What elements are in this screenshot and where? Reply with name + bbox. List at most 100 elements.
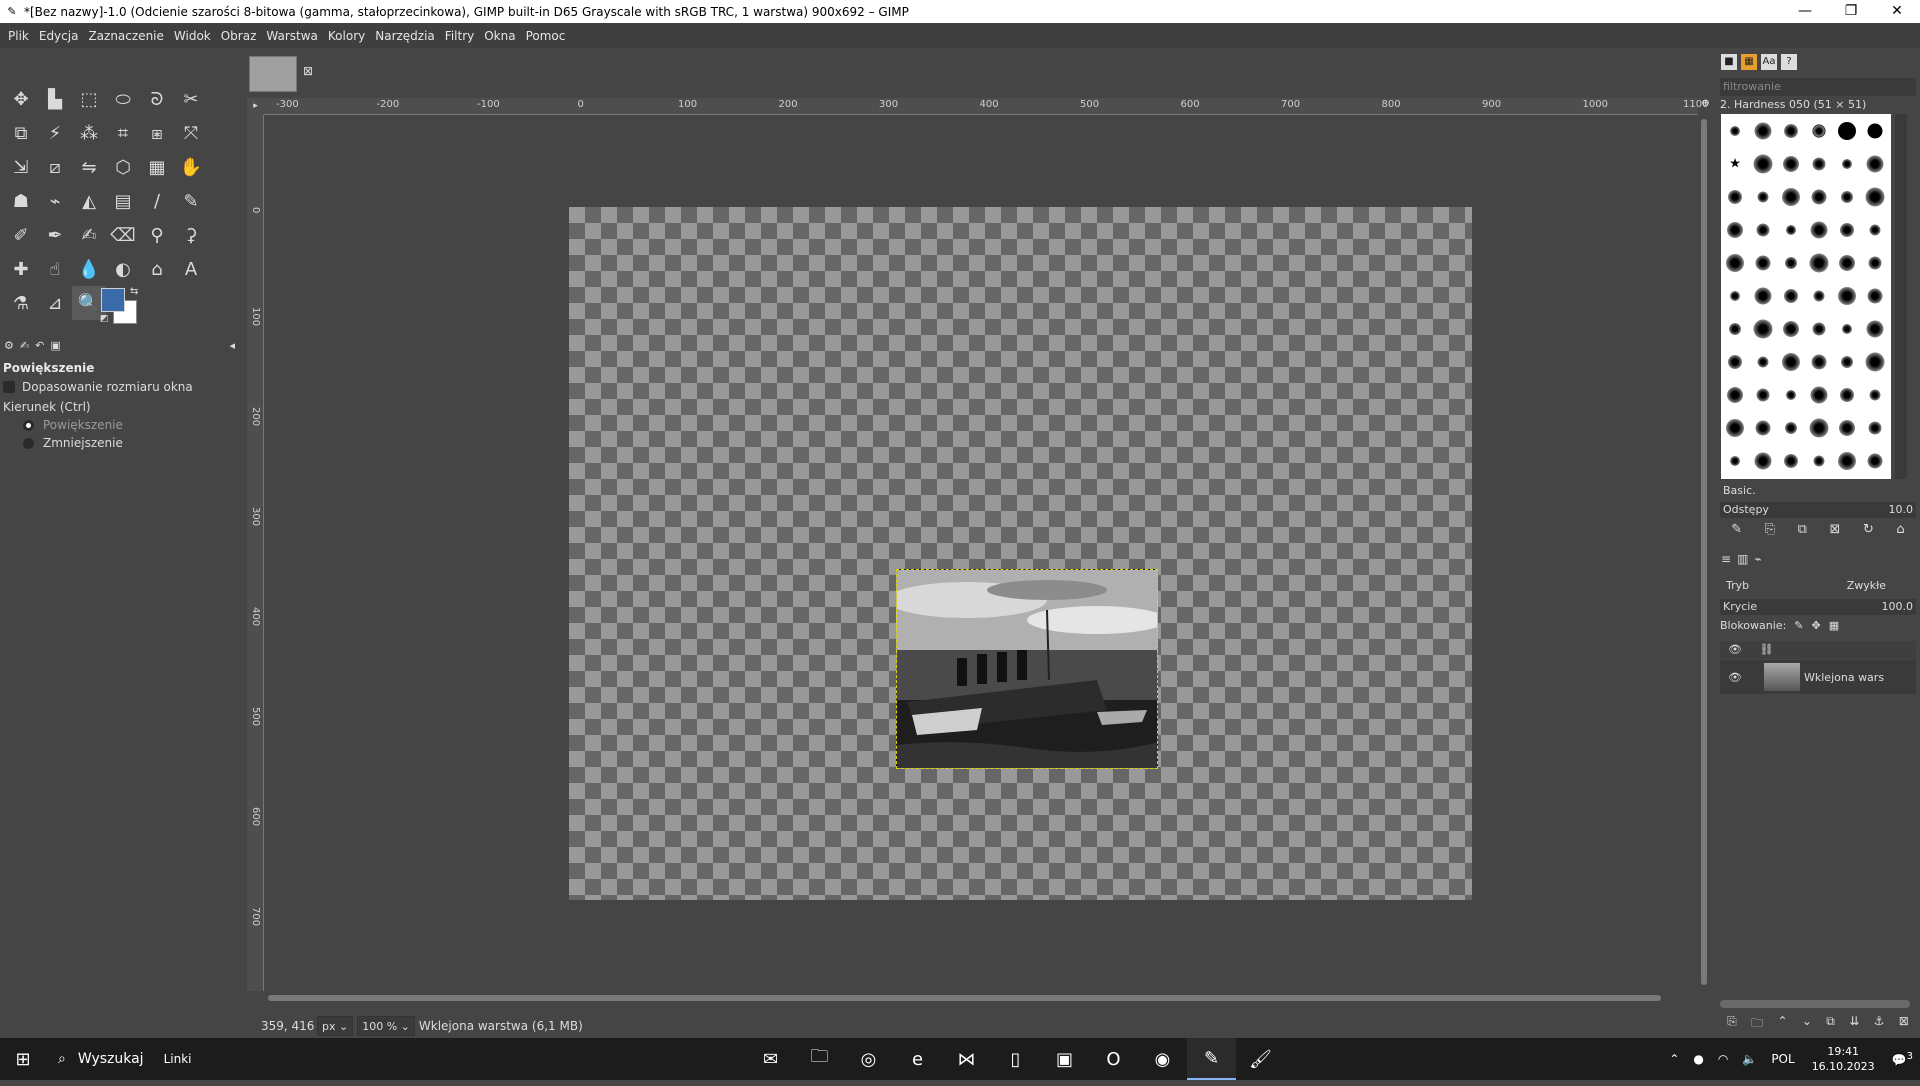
menu-widok[interactable]: Widok [169,29,216,43]
help-tab-icon[interactable]: ? [1781,54,1797,70]
undo-history-tab-icon[interactable]: ↶ [35,339,44,352]
horizontal-scrollbar[interactable] [264,991,1696,1005]
vertical-ruler[interactable]: 0 100 200 300 400 500 600 700 [247,115,264,991]
fuzzy-select-tool-icon[interactable]: ⚡ [38,116,72,150]
brush-thumbnail[interactable] [1838,286,1856,305]
paint-app-icon[interactable]: 🖌 [1236,1038,1285,1080]
brush-thumbnail[interactable] [1782,352,1800,371]
refresh-brushes-icon[interactable]: ↻ [1863,522,1874,537]
mypaint-brush-tool-icon[interactable]: ✍ [72,218,106,252]
network-icon[interactable]: ◠ [1718,1052,1728,1066]
paths-tab-icon[interactable]: ⌁ [1754,552,1761,566]
menu-pomoc[interactable]: Pomoc [521,29,571,43]
layer-list-scrollbar[interactable] [1720,1000,1910,1008]
by-color-select-tool-icon[interactable]: ⁂ [72,116,106,150]
epic-games-icon[interactable]: ▯ [991,1038,1040,1080]
brush-thumbnail[interactable] [1810,221,1828,238]
brush-thumbnail[interactable] [1785,421,1797,434]
brush-thumbnail[interactable] [1838,451,1856,470]
menu-okna[interactable]: Okna [479,29,520,43]
new-brush-icon[interactable]: ⎘ [1765,522,1775,537]
brush-filter-input[interactable]: filtrowanie [1720,78,1916,96]
brush-thumbnail[interactable] [1865,352,1885,371]
menu-edycja[interactable]: Edycja [34,29,84,43]
volume-icon[interactable]: 🔈 [1742,1052,1757,1066]
tool-options-tab-icon[interactable]: ⚙ [4,339,14,352]
brush-thumbnail[interactable] [1810,386,1828,403]
brush-thumbnail[interactable] [1813,290,1825,301]
brush-thumbnail[interactable] [1841,190,1853,203]
new-group-icon[interactable]: 🗀 [1751,1014,1763,1035]
lock-position-icon[interactable]: ✥ [1812,619,1821,632]
perspective-tool-icon[interactable]: ⬡ [106,150,140,184]
lower-layer-icon[interactable]: ⌄ [1802,1014,1812,1035]
zoom-out-radio[interactable] [23,437,34,449]
zoom-select[interactable]: 100 % ⌄ [357,1016,415,1036]
brush-thumbnail[interactable] [1727,386,1743,403]
menu-obraz[interactable]: Obraz [216,29,262,43]
zoom-out-option[interactable]: Zmniejszenie [0,434,243,452]
opera-browser-icon[interactable]: O [1089,1038,1138,1080]
merge-layer-icon[interactable]: ⇊ [1849,1014,1859,1035]
gradient-tool-icon[interactable]: ▤ [106,184,140,218]
brush-thumbnail[interactable] [1756,223,1770,236]
brush-thumbnail[interactable] [1783,155,1799,172]
default-colors-icon[interactable]: ◩ [100,314,109,324]
brush-thumbnail[interactable] [1728,354,1742,369]
free-select-tool-icon[interactable]: ᘐ [140,82,174,116]
color-picker-tool-icon[interactable]: ⚗ [4,286,38,320]
brush-thumbnail[interactable] [1867,288,1883,303]
heal-tool-icon[interactable]: ✚ [4,252,38,286]
3d-transform-tool-icon[interactable]: ▦ [140,150,174,184]
duplicate-layer-icon[interactable]: ⧉ [1826,1014,1835,1035]
brush-thumbnail[interactable] [1753,154,1773,173]
resize-window-checkbox[interactable] [3,381,15,393]
vertical-scroll-thumb[interactable] [1701,119,1707,985]
configure-tab-icon[interactable]: ◂ [229,339,235,352]
menu-kolory[interactable]: Kolory [323,29,370,43]
edge-browser-icon[interactable]: e [893,1038,942,1080]
brush-thumbnail[interactable] [1782,187,1800,206]
menu-plik[interactable]: Plik [3,29,34,43]
delete-brush-icon[interactable]: ⊠ [1830,522,1841,537]
anchor-layer-icon[interactable]: ⚓ [1874,1014,1885,1035]
resize-window-option[interactable]: Dopasowanie rozmiaru okna [0,378,243,396]
delete-layer-icon[interactable]: ⊠ [1899,1014,1909,1035]
brush-thumbnail[interactable] [1728,189,1742,204]
spacing-value[interactable]: 10.0 [1889,502,1914,518]
measure-tool-icon[interactable]: ⊿ [38,286,72,320]
brush-thumbnail[interactable] [1726,253,1744,272]
layers-tab-icon[interactable]: ≡ [1721,552,1731,566]
cage-transform-tool-icon[interactable]: ☗ [4,184,38,218]
menu-warstwa[interactable]: Warstwa [261,29,323,43]
duplicate-brush-icon[interactable]: ⧉ [1798,522,1807,537]
rect-select-tool-icon[interactable]: ⬚ [72,82,106,116]
brushes-tab-icon[interactable]: ■ [1721,54,1737,70]
brush-thumbnail[interactable] [1757,191,1769,202]
vertical-scrollbar[interactable] [1697,115,1711,991]
ellipse-select-tool-icon[interactable]: ⬭ [106,82,140,116]
move-tool-icon[interactable]: ✥ [4,82,38,116]
flip-tool-icon[interactable]: ⇋ [72,150,106,184]
brush-thumbnail[interactable] [1755,420,1771,435]
brush-thumbnail[interactable] [1813,455,1825,466]
open-brush-icon[interactable]: ⌂ [1896,522,1904,537]
spacing-field[interactable]: Odstępy 10.0 [1720,502,1916,518]
brush-thumbnail[interactable] [1840,387,1854,402]
brush-thumbnail[interactable] [1784,288,1798,303]
shear-tool-icon[interactable]: ⧄ [38,150,72,184]
scale-tool-icon[interactable]: ⇲ [4,150,38,184]
brush-thumbnail[interactable] [1839,419,1855,436]
pasted-layer-titanic-photo[interactable] [896,569,1158,769]
navigate-icon[interactable]: ⊕ [1697,98,1714,115]
horizontal-ruler[interactable]: -300 -200 -100 0 100 200 300 400 500 600 700 800 900… [264,98,1708,115]
brush-thumbnail[interactable] [1729,322,1741,335]
foreground-color-swatch[interactable] [101,288,125,312]
brush-thumbnail[interactable] [1784,453,1798,468]
close-image-tab-icon[interactable]: ⊠ [303,64,313,78]
gimp-taskbar-icon[interactable]: ✎ [1187,1038,1236,1080]
brush-thumbnail[interactable] [1726,418,1744,437]
brush-thumbnail[interactable] [1786,389,1796,400]
tray-app-icon[interactable]: ● [1693,1052,1703,1066]
brush-thumbnail[interactable] [1754,452,1772,469]
